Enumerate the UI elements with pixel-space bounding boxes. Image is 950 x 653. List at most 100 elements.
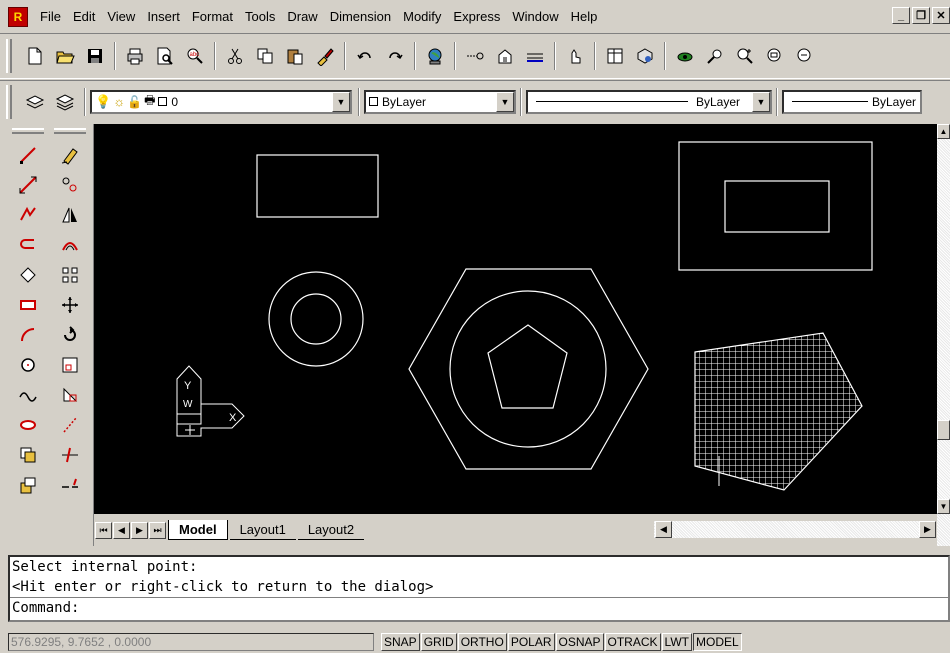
color-combo[interactable]: ByLayer ▼ <box>364 89 516 114</box>
menu-help[interactable]: Help <box>565 6 604 28</box>
osnap-toggle[interactable]: OSNAP <box>555 633 604 651</box>
chevron-down-icon[interactable]: ▼ <box>752 91 770 112</box>
mirror-icon[interactable] <box>54 200 86 230</box>
ortho-toggle[interactable]: ORTHO <box>457 633 507 651</box>
zoom-realtime-icon[interactable] <box>702 43 728 69</box>
scroll-right-icon[interactable]: ▶ <box>919 521 936 538</box>
polygon-icon[interactable] <box>12 260 44 290</box>
tab-layout2[interactable]: Layout2 <box>297 520 365 540</box>
make-block-icon[interactable] <box>12 470 44 500</box>
vertical-scrollbar[interactable]: ▲ ▼ <box>937 124 950 546</box>
inner-rectangle-entity[interactable] <box>724 180 830 233</box>
chevron-down-icon[interactable]: ▼ <box>332 91 350 112</box>
menu-window[interactable]: Window <box>506 6 564 28</box>
rectangle-icon[interactable] <box>12 290 44 320</box>
hexagon-circle-entity[interactable] <box>449 290 607 448</box>
menu-view[interactable]: View <box>101 6 141 28</box>
zoom-previous-icon[interactable] <box>792 43 818 69</box>
scroll-thumb[interactable] <box>937 420 950 440</box>
design-center-icon[interactable] <box>632 43 658 69</box>
zoom-in-icon[interactable] <box>732 43 758 69</box>
minimize-button[interactable]: _ <box>892 7 910 24</box>
restore-button[interactable]: ❐ <box>912 7 930 24</box>
model-toggle[interactable]: MODEL <box>692 633 742 651</box>
trim-icon[interactable] <box>54 410 86 440</box>
stretch-icon[interactable] <box>54 380 86 410</box>
linetype-combo[interactable]: ByLayer ▼ <box>526 89 772 114</box>
next-tab-icon[interactable]: ▶ <box>131 521 148 539</box>
insert-block-icon[interactable] <box>12 440 44 470</box>
pan-icon[interactable] <box>562 43 588 69</box>
array-icon[interactable] <box>54 260 86 290</box>
spline-icon[interactable] <box>12 380 44 410</box>
prev-tab-icon[interactable]: ◀ <box>113 521 130 539</box>
grid-toggle[interactable]: GRID <box>420 633 457 651</box>
scroll-up-icon[interactable]: ▲ <box>937 124 950 139</box>
toolbar-grip[interactable] <box>54 128 86 134</box>
toolbar-grip[interactable] <box>6 84 12 119</box>
command-input[interactable]: Command: <box>10 597 948 617</box>
copy-icon[interactable] <box>252 43 278 69</box>
ellipse-icon[interactable] <box>12 410 44 440</box>
lwt-toggle[interactable]: LWT <box>661 633 692 651</box>
polygon-arc-icon[interactable] <box>12 230 44 260</box>
properties-icon[interactable] <box>602 43 628 69</box>
last-tab-icon[interactable]: ⏭ <box>149 521 166 539</box>
undo-icon[interactable] <box>352 43 378 69</box>
cut-icon[interactable] <box>222 43 248 69</box>
menu-format[interactable]: Format <box>186 6 239 28</box>
inner-circle-entity[interactable] <box>290 293 342 345</box>
distance-icon[interactable] <box>522 43 548 69</box>
tab-layout1[interactable]: Layout1 <box>229 520 296 540</box>
redo-icon[interactable] <box>382 43 408 69</box>
tab-model[interactable]: Model <box>168 520 228 540</box>
close-button[interactable]: ✕ <box>932 7 950 24</box>
lineweight-combo[interactable]: ByLayer <box>782 89 922 114</box>
circle-icon[interactable] <box>12 350 44 380</box>
extend-icon[interactable] <box>54 440 86 470</box>
toolbar-grip[interactable] <box>12 128 44 134</box>
new-icon[interactable] <box>22 43 48 69</box>
app-icon[interactable]: R <box>8 6 28 27</box>
copy-object-icon[interactable] <box>54 170 86 200</box>
move-icon[interactable] <box>54 290 86 320</box>
rectangle-entity[interactable] <box>256 154 379 218</box>
open-icon[interactable] <box>52 43 78 69</box>
spell-check-icon[interactable]: abc <box>182 43 208 69</box>
print-icon[interactable] <box>122 43 148 69</box>
save-icon[interactable] <box>82 43 108 69</box>
coordinate-readout[interactable]: 576.9295, 9.7652 , 0.0000 <box>8 633 374 651</box>
polar-toggle[interactable]: POLAR <box>507 633 555 651</box>
menu-draw[interactable]: Draw <box>281 6 323 28</box>
match-properties-icon[interactable] <box>312 43 338 69</box>
menu-modify[interactable]: Modify <box>397 6 447 28</box>
drawing-canvas[interactable]: Y W X <box>94 124 937 514</box>
globe-icon[interactable] <box>422 43 448 69</box>
make-object-layer-current-icon[interactable] <box>22 89 48 115</box>
object-snap-icon[interactable] <box>492 43 518 69</box>
paste-icon[interactable] <box>282 43 308 69</box>
outer-rectangle-entity[interactable] <box>678 141 873 271</box>
menu-express[interactable]: Express <box>447 6 506 28</box>
arc-icon[interactable] <box>12 320 44 350</box>
menu-edit[interactable]: Edit <box>67 6 101 28</box>
menu-insert[interactable]: Insert <box>141 6 186 28</box>
hyperlink-icon[interactable] <box>462 43 488 69</box>
polyline-icon[interactable] <box>12 200 44 230</box>
layer-combo[interactable]: 💡 ☼ 🔓 🖶 0 ▼ <box>90 89 352 114</box>
view-icon[interactable] <box>672 43 698 69</box>
toolbar-grip[interactable] <box>6 39 12 73</box>
menu-dimension[interactable]: Dimension <box>324 6 397 28</box>
zoom-window-icon[interactable] <box>762 43 788 69</box>
scroll-left-icon[interactable]: ◀ <box>655 521 672 538</box>
menu-file[interactable]: File <box>34 6 67 28</box>
first-tab-icon[interactable]: ⏮ <box>95 521 112 539</box>
chevron-down-icon[interactable]: ▼ <box>496 91 514 112</box>
line-icon[interactable] <box>12 140 44 170</box>
horizontal-scrollbar[interactable]: ◀ ▶ <box>654 521 936 538</box>
offset-icon[interactable] <box>54 230 86 260</box>
pentagon-entity[interactable] <box>487 324 568 409</box>
scale-icon[interactable] <box>54 350 86 380</box>
scroll-down-icon[interactable]: ▼ <box>937 499 950 514</box>
snap-toggle[interactable]: SNAP <box>381 633 420 651</box>
